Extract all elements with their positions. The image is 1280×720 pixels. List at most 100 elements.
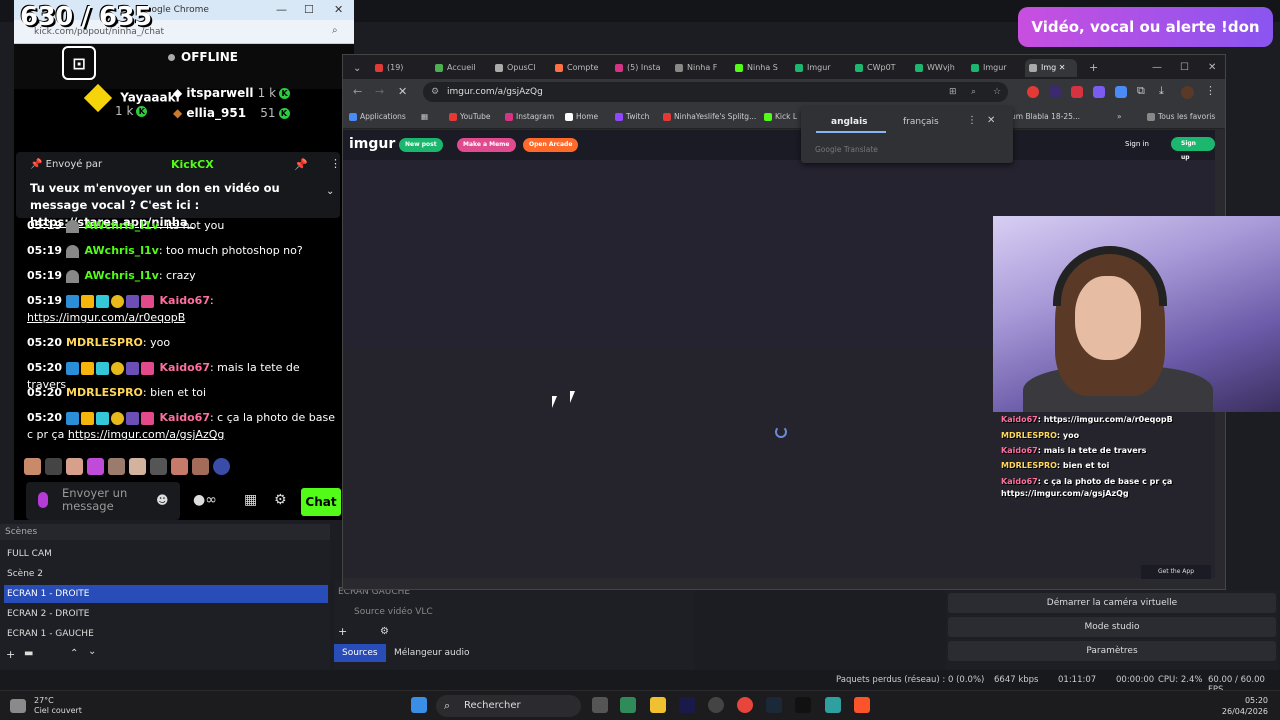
back-icon[interactable]: ←	[353, 85, 362, 98]
chat-input[interactable]: Envoyer un message ☻	[26, 482, 180, 520]
bookmark-kick[interactable]: Kick L	[764, 112, 797, 121]
zoom-icon[interactable]: ⌕	[971, 82, 976, 102]
get-app-button[interactable]: Get the App	[1141, 565, 1211, 579]
browser-tab[interactable]: Compte	[551, 59, 609, 77]
tab-search-icon[interactable]: ⌄	[349, 60, 361, 78]
emote-icon[interactable]	[108, 458, 125, 475]
more-icon[interactable]: ⋮	[330, 157, 341, 170]
zoom-icon[interactable]: ⌕	[332, 25, 338, 36]
new-tab-icon[interactable]: +	[1085, 59, 1098, 77]
weather-icon[interactable]	[10, 699, 26, 713]
browser-tab[interactable]: WWvjh	[911, 59, 969, 77]
bookmark-splitgate[interactable]: NinhaYeslife's Splitg...	[663, 112, 756, 121]
bookmark-apps[interactable]: Applications	[349, 112, 406, 121]
bookmark-blabla[interactable]: um Blabla 18-25...	[1011, 112, 1080, 121]
menu-icon[interactable]: ⋮	[1205, 84, 1216, 97]
chat-link[interactable]: https://imgur.com/a/r0eqopB	[27, 311, 185, 324]
app-icon[interactable]	[620, 697, 636, 713]
tab-sources[interactable]: Sources	[334, 644, 386, 662]
studio-mode-button[interactable]: Mode studio	[948, 617, 1276, 637]
task-view-icon[interactable]	[592, 697, 608, 713]
translate-icon[interactable]: ⊞	[949, 82, 957, 102]
browser-tab[interactable]: (5) Insta	[611, 59, 669, 77]
opera-icon[interactable]	[1027, 86, 1039, 98]
maximize-icon[interactable]: ☐	[1176, 59, 1189, 77]
browser-tab[interactable]: Ninha S	[731, 59, 789, 77]
scene-item[interactable]: ECRAN 2 - DROITE	[4, 605, 328, 623]
open-arcade-button[interactable]: Open Arcade	[523, 138, 579, 152]
chrome-icon[interactable]	[737, 697, 753, 713]
clock[interactable]: 05:20 26/04/2026	[1222, 695, 1268, 717]
forward-icon[interactable]: →	[375, 85, 384, 98]
translate-target-lang[interactable]: français	[903, 117, 939, 127]
emote-icon[interactable]	[213, 458, 230, 475]
make-meme-button[interactable]: Make a Meme	[457, 138, 516, 152]
browser-tab[interactable]: Imgur	[967, 59, 1025, 77]
tiktok-icon[interactable]	[795, 697, 811, 713]
imgur-logo[interactable]: imgur	[349, 136, 395, 152]
bookmark-all[interactable]: Tous les favoris	[1147, 112, 1215, 121]
url-bar[interactable]: ⚙ imgur.com/a/gsjAzQg ⊞ ⌕ ☆	[423, 82, 1008, 102]
extension-icon[interactable]	[1093, 86, 1105, 98]
extension-icon[interactable]	[1071, 86, 1083, 98]
store-icon[interactable]: ▦	[244, 492, 257, 508]
emote-icon[interactable]	[45, 458, 62, 475]
browser-tab[interactable]: Imgur	[791, 59, 849, 77]
tab-audio-mixer[interactable]: Mélangeur audio	[386, 644, 477, 662]
stop-icon[interactable]: ✕	[398, 85, 407, 98]
taskbar-search[interactable]: ⌕ Rechercher	[436, 695, 581, 717]
bookmark-youtube[interactable]: YouTube	[449, 112, 491, 121]
add-icon[interactable]: +	[338, 625, 347, 638]
browser-tab-active[interactable]: Img ✕	[1025, 59, 1077, 77]
close-icon[interactable]: ✕	[1204, 59, 1216, 77]
grid-icon[interactable]: ▦	[421, 112, 428, 121]
emote-icon[interactable]	[66, 458, 83, 475]
weather-widget[interactable]: 27°C Ciel couvert	[34, 696, 82, 716]
browser-tab[interactable]: Ninha F	[671, 59, 729, 77]
add-icon[interactable]: +	[6, 648, 15, 661]
unpin-icon[interactable]: 📌	[294, 158, 308, 171]
emote-icon[interactable]	[171, 458, 188, 475]
emoji-icon[interactable]: ☻	[156, 493, 169, 507]
download-icon[interactable]: ⤓	[1159, 84, 1164, 98]
microphone-icon[interactable]	[38, 492, 48, 508]
chevron-down-icon[interactable]: ⌄	[326, 186, 334, 197]
bookmark-twitch[interactable]: Twitch	[615, 112, 649, 121]
file-explorer-icon[interactable]	[650, 697, 666, 713]
gear-icon[interactable]: ⚙	[380, 626, 389, 637]
browser-tab[interactable]: OpusCl	[491, 59, 549, 77]
more-icon[interactable]: ⋮	[967, 115, 977, 126]
chevron-down-icon[interactable]: ⌄	[88, 646, 96, 657]
settings-button[interactable]: Paramètres	[948, 641, 1276, 661]
gear-icon[interactable]: ⚙	[274, 492, 287, 508]
trash-icon[interactable]: ▬	[24, 648, 33, 659]
sign-in-link[interactable]: Sign in	[1125, 140, 1149, 148]
extensions-icon[interactable]: ⧉	[1137, 84, 1145, 98]
bookmark-home[interactable]: Home	[565, 112, 598, 121]
sign-up-button[interactable]: Sign up	[1171, 137, 1215, 161]
minimize-icon[interactable]: —	[276, 3, 287, 16]
steam-icon[interactable]	[766, 697, 782, 713]
chevron-up-icon[interactable]: ⌃	[70, 648, 78, 659]
send-chat-button[interactable]: Chat	[301, 488, 341, 516]
emote-icon[interactable]	[150, 458, 167, 475]
minimize-icon[interactable]: —	[1148, 59, 1162, 77]
emote-icon[interactable]	[192, 458, 209, 475]
premiere-icon[interactable]	[679, 697, 695, 713]
source-item[interactable]: Source vidéo VLC	[354, 607, 433, 617]
bookmark-instagram[interactable]: Instagram	[505, 112, 554, 121]
scene-item[interactable]: FULL CAM	[4, 545, 328, 563]
close-icon[interactable]: ✕	[987, 115, 995, 126]
brave-icon[interactable]	[854, 697, 870, 713]
more-bookmarks-icon[interactable]: »	[1117, 112, 1122, 121]
emote-icon[interactable]	[24, 458, 41, 475]
close-icon[interactable]: ✕	[334, 3, 343, 16]
emote-icon[interactable]	[129, 458, 146, 475]
new-post-button[interactable]: New post	[399, 138, 443, 152]
scene-item[interactable]: Scène 2	[4, 565, 328, 583]
bookmark-star-icon[interactable]: ☆	[993, 82, 1001, 102]
windows-start-icon[interactable]	[411, 697, 427, 713]
browser-tab[interactable]: Accueil	[431, 59, 489, 77]
avatar[interactable]	[1181, 86, 1194, 99]
group-icon[interactable]: ●∞	[193, 492, 217, 508]
